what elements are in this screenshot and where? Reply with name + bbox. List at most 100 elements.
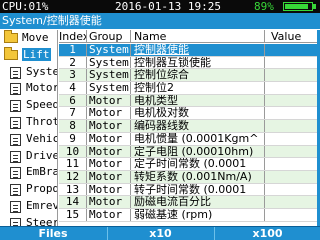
cell-value[interactable] <box>266 196 320 208</box>
document-icon <box>10 200 21 213</box>
cell-group: Motor <box>88 183 131 196</box>
cell-group: System <box>88 69 131 82</box>
cell-name: 电机惯量 (0.0001Kgm^ <box>132 132 265 145</box>
cell-group: Motor <box>88 94 131 107</box>
column-header-value[interactable]: Value <box>266 30 320 42</box>
cell-name: 励磁电流百分比 <box>132 196 265 208</box>
cell-group: Motor <box>88 208 131 221</box>
table-row[interactable]: 15 Motor 弱磁基速 (rpm) <box>59 208 320 222</box>
battery-percent: 89% <box>254 0 274 13</box>
cell-group: Motor <box>88 196 131 208</box>
cell-value[interactable] <box>266 69 320 82</box>
table-row[interactable]: 12 Motor 转矩系数 (0.001Nm/A) <box>59 170 320 184</box>
table-row[interactable]: 13 Motor 转子时间常数 (0.0001 <box>59 183 320 197</box>
table-row[interactable]: 4 System 控制位2 <box>59 82 320 95</box>
table-body: 1 System 控制器使能 2 System 控制器互锁使能 3 System 控制位综合 4 S… <box>59 44 320 222</box>
cell-value[interactable] <box>266 183 320 196</box>
document-icon <box>10 217 21 226</box>
folder-icon <box>4 46 18 60</box>
status-bar: CPU:01% 2016-01-13 19:25 89% <box>0 0 320 13</box>
cell-group: Motor <box>88 145 131 158</box>
tree-item-label: Move <box>22 31 49 44</box>
tree-item[interactable]: Motor <box>0 80 57 97</box>
tree-item[interactable]: Speed <box>0 97 57 114</box>
cell-index: 3 <box>59 69 87 82</box>
table-row[interactable]: 9 Motor 电机惯量 (0.0001Kgm^ <box>59 132 320 146</box>
tree-item[interactable]: Syste <box>0 64 57 81</box>
cell-group: Motor <box>88 120 131 132</box>
cell-name: 转子时间常数 (0.0001 <box>132 183 265 196</box>
tree-item[interactable]: EmBra <box>0 164 57 181</box>
tree-item-label: Throt <box>26 114 58 128</box>
cell-name: 电机类型 <box>132 94 265 107</box>
cell-value[interactable] <box>266 82 320 94</box>
column-header-name[interactable]: Name <box>132 30 265 42</box>
cell-index: 8 <box>59 120 87 132</box>
cell-name: 定子时间常数 (0.0001 <box>132 158 265 170</box>
table-row[interactable]: 7 Motor 电机极对数 <box>59 107 320 121</box>
cell-index: 7 <box>59 107 87 120</box>
tree-item-label: Drive <box>26 148 58 162</box>
cell-index: 6 <box>59 94 87 107</box>
table-row[interactable]: 8 Motor 编码器线数 <box>59 120 320 133</box>
tree-item[interactable]: Vehic <box>0 131 57 148</box>
tree-item[interactable]: Propd <box>0 181 57 198</box>
tree-item[interactable]: Lift <box>0 46 57 64</box>
tree-item[interactable]: Drive <box>0 148 57 165</box>
cell-group: Motor <box>88 170 131 183</box>
cell-group: Motor <box>88 158 131 170</box>
table-row[interactable]: 10 Motor 定子电阻 (0.00010hm) <box>59 145 320 159</box>
cell-index: 10 <box>59 145 87 158</box>
cell-value[interactable] <box>266 208 320 221</box>
tree-item[interactable]: Emrev <box>0 198 57 215</box>
table-header: Index Group Name Value <box>59 30 320 43</box>
cell-index: 12 <box>59 170 87 183</box>
softkey-bar: Files x10 x100 <box>0 226 320 240</box>
cell-value[interactable] <box>266 120 320 132</box>
tree-item[interactable]: Throt <box>0 114 57 131</box>
files-softkey[interactable]: Files <box>0 227 106 240</box>
cell-value[interactable] <box>266 44 320 56</box>
cell-value[interactable] <box>266 94 320 107</box>
document-icon <box>10 116 21 129</box>
parameter-tree[interactable]: Move Lift Syste Motor Speed Throt Vehic Drive Em… <box>0 30 58 226</box>
x10-softkey[interactable]: x10 <box>107 227 213 240</box>
x100-softkey[interactable]: x100 <box>214 227 320 240</box>
cell-index: 13 <box>59 183 87 196</box>
document-icon <box>10 100 21 113</box>
cell-group: Motor <box>88 132 131 145</box>
document-icon <box>10 133 21 146</box>
cell-name: 转矩系数 (0.001Nm/A) <box>132 170 265 183</box>
tree-item[interactable]: Steer <box>0 215 57 226</box>
cell-index: 11 <box>59 158 87 170</box>
cell-name: 电机极对数 <box>132 107 265 120</box>
table-row[interactable]: 3 System 控制位综合 <box>59 69 320 83</box>
cell-index: 14 <box>59 196 87 208</box>
table-row[interactable]: 14 Motor 励磁电流百分比 <box>59 196 320 209</box>
cell-value[interactable] <box>266 132 320 145</box>
column-header-index[interactable]: Index <box>59 30 87 42</box>
table-row[interactable]: 2 System 控制器互锁使能 <box>59 56 320 70</box>
date-time: 2016-01-13 19:25 <box>115 0 221 13</box>
document-icon <box>10 167 21 180</box>
cell-index: 4 <box>59 82 87 94</box>
cell-group: System <box>88 44 131 56</box>
tree-item-label: Syste <box>26 64 58 78</box>
tree-item[interactable]: Move <box>0 30 57 47</box>
column-header-group[interactable]: Group <box>88 30 131 42</box>
table-row[interactable]: 1 System 控制器使能 <box>59 44 320 57</box>
folder-icon <box>4 30 18 43</box>
cell-value[interactable] <box>266 158 320 170</box>
cell-value[interactable] <box>266 107 320 120</box>
cell-index: 15 <box>59 208 87 221</box>
cell-value[interactable] <box>266 145 320 158</box>
cell-value[interactable] <box>266 56 320 69</box>
cell-name: 控制位综合 <box>132 69 265 82</box>
cell-value[interactable] <box>266 170 320 183</box>
cell-index: 9 <box>59 132 87 145</box>
table-row[interactable]: 11 Motor 定子时间常数 (0.0001 <box>59 158 320 171</box>
table-row[interactable]: 6 Motor 电机类型 <box>59 94 320 108</box>
cell-name: 编码器线数 <box>132 120 265 132</box>
parameter-table[interactable]: Index Group Name Value 1 System 控制器使能 2 Syst… <box>59 30 320 226</box>
document-icon <box>10 150 21 163</box>
